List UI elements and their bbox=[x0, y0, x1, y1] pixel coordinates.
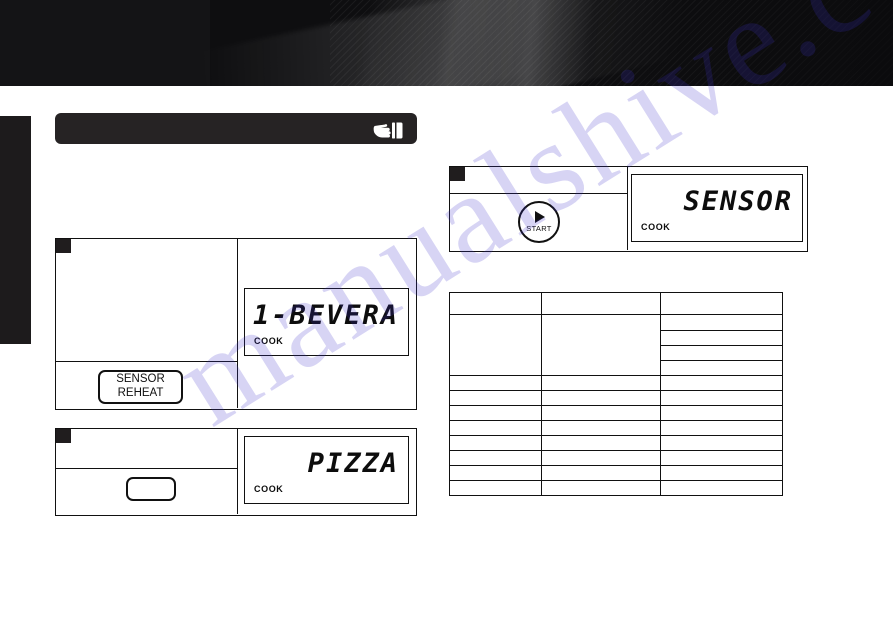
table-cell bbox=[541, 465, 661, 481]
table-cell bbox=[660, 465, 783, 481]
start-button[interactable]: START bbox=[518, 201, 560, 243]
table-cell bbox=[449, 435, 542, 451]
lcd-display-2-value: PIZZA bbox=[307, 448, 399, 479]
table-cell bbox=[541, 420, 661, 436]
banner-dark-panel bbox=[0, 0, 210, 86]
step-panel-3: START SENSOR COOK bbox=[449, 166, 808, 252]
table-cell bbox=[660, 330, 783, 346]
table-cell bbox=[660, 360, 783, 376]
page-banner bbox=[0, 0, 893, 86]
lcd-display-1-cook-indicator: COOK bbox=[254, 336, 284, 346]
section-header-bar bbox=[55, 113, 417, 144]
table-cell bbox=[541, 314, 661, 376]
lcd-display-3-value: SENSOR bbox=[683, 186, 793, 217]
table-cell bbox=[449, 405, 542, 421]
step-panel-1-divider bbox=[56, 361, 238, 362]
spec-table-body bbox=[449, 292, 783, 496]
sensor-reheat-button-line2: REHEAT bbox=[117, 387, 164, 399]
table-cell bbox=[541, 375, 661, 391]
lcd-display-2-cook-indicator: COOK bbox=[254, 484, 284, 494]
table-cell bbox=[541, 480, 661, 496]
table-cell bbox=[660, 345, 783, 361]
table-cell bbox=[541, 435, 661, 451]
table-cell bbox=[449, 375, 542, 391]
step-panel-3-control-area: START bbox=[450, 167, 628, 250]
table-cell bbox=[660, 420, 783, 436]
table-cell bbox=[660, 480, 783, 496]
table-row bbox=[449, 420, 783, 436]
lcd-display-3: SENSOR COOK bbox=[631, 174, 803, 242]
table-row bbox=[449, 435, 783, 451]
table-cell bbox=[541, 405, 661, 421]
lcd-display-1-value: 1-BEVERA bbox=[252, 300, 399, 331]
step-panel-1: SENSOR REHEAT 1-BEVERA COOK bbox=[55, 238, 417, 410]
table-cell bbox=[660, 435, 783, 451]
blank-program-button[interactable] bbox=[126, 477, 176, 501]
step-panel-1-control-area: SENSOR REHEAT bbox=[56, 239, 238, 408]
table-cell bbox=[541, 390, 661, 406]
table-cell bbox=[449, 314, 542, 376]
sensor-reheat-button-line1: SENSOR bbox=[116, 373, 165, 386]
table-cell bbox=[660, 450, 783, 466]
step-panel-3-divider bbox=[450, 193, 628, 194]
table-row bbox=[449, 375, 783, 391]
table-row bbox=[449, 314, 783, 376]
start-button-label: START bbox=[526, 224, 552, 233]
table-cell bbox=[449, 390, 542, 406]
lcd-display-1: 1-BEVERA COOK bbox=[244, 288, 409, 356]
table-cell bbox=[541, 450, 661, 466]
step-panel-1-display-area: 1-BEVERA COOK bbox=[239, 239, 416, 408]
left-edge-tab bbox=[0, 116, 31, 344]
table-cell bbox=[660, 405, 783, 421]
table-cell bbox=[660, 314, 783, 331]
banner-right-fade bbox=[593, 0, 893, 86]
table-row bbox=[449, 465, 783, 481]
table-row bbox=[449, 405, 783, 421]
step-panel-2-control-area bbox=[56, 429, 238, 514]
step-panel-2-divider bbox=[56, 468, 238, 469]
lcd-display-3-cook-indicator: COOK bbox=[641, 222, 671, 232]
sensor-reheat-button[interactable]: SENSOR REHEAT bbox=[98, 370, 183, 404]
table-cell bbox=[449, 480, 542, 496]
table-row bbox=[449, 292, 783, 315]
table-row bbox=[449, 390, 783, 406]
step-panel-2: PIZZA COOK bbox=[55, 428, 417, 516]
table-cell bbox=[660, 292, 783, 315]
table-row bbox=[449, 480, 783, 496]
step-panel-2-display-area: PIZZA COOK bbox=[239, 429, 416, 514]
pointing-hand-icon bbox=[373, 122, 403, 138]
table-cell bbox=[449, 465, 542, 481]
table-cell bbox=[660, 390, 783, 406]
table-row bbox=[449, 450, 783, 466]
table-cell bbox=[449, 292, 542, 315]
table-cell bbox=[449, 450, 542, 466]
step-panel-3-display-area: SENSOR COOK bbox=[627, 167, 807, 250]
table-cell bbox=[449, 420, 542, 436]
table-cell bbox=[660, 375, 783, 391]
play-triangle-icon bbox=[535, 211, 545, 223]
table-cell bbox=[541, 292, 661, 315]
lcd-display-2: PIZZA COOK bbox=[244, 436, 409, 504]
spec-table bbox=[449, 292, 783, 496]
